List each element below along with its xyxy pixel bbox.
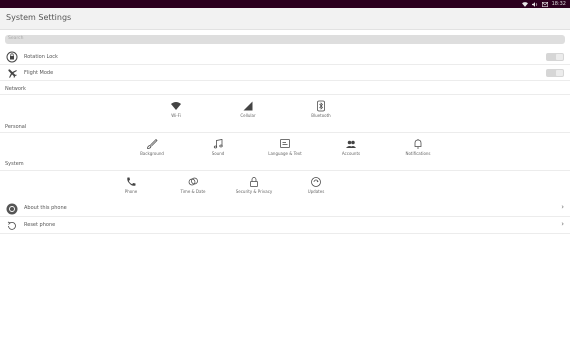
- flight-mode-label: Flight Mode: [24, 70, 54, 76]
- accounts-label: Accounts: [341, 151, 361, 156]
- reset-icon: [7, 221, 16, 230]
- wifi-label: Wi-Fi: [171, 113, 181, 118]
- system-security[interactable]: Security & Privacy: [224, 176, 284, 194]
- bell-icon: [414, 139, 422, 149]
- wifi-icon: [171, 102, 181, 110]
- divider: [0, 170, 570, 171]
- brush-icon: [147, 138, 158, 149]
- divider: [0, 132, 570, 133]
- status-indicators: 18:32: [521, 0, 566, 8]
- chevron-right-icon: ›: [561, 203, 564, 211]
- time-date-icon: [188, 177, 198, 186]
- flight-mode-switch[interactable]: [546, 69, 564, 77]
- system-time-date[interactable]: Time & Date: [163, 176, 223, 194]
- volume-icon: [531, 1, 537, 7]
- section-system-title: System: [5, 161, 24, 167]
- bluetooth-icon: [317, 100, 325, 112]
- personal-sound[interactable]: Sound: [188, 138, 248, 156]
- phone-label: Phone: [124, 189, 138, 194]
- rotation-lock-icon: [6, 51, 18, 63]
- chevron-right-icon: ›: [561, 220, 564, 228]
- sound-label: Sound: [211, 151, 225, 156]
- status-time: 18:32: [551, 1, 566, 7]
- reset-phone-label: Reset phone: [24, 222, 56, 228]
- divider: [0, 94, 570, 95]
- phone-icon: [127, 177, 136, 186]
- accounts-icon: [346, 140, 356, 148]
- system-phone[interactable]: Phone: [101, 176, 161, 194]
- security-label: Security & Privacy: [235, 189, 273, 194]
- lock-icon: [250, 177, 258, 187]
- about-phone-row[interactable]: About this phone ›: [0, 200, 570, 217]
- reset-phone-row[interactable]: Reset phone ›: [0, 217, 570, 234]
- updates-label: Updates: [307, 189, 325, 194]
- app-header: System Settings: [0, 8, 570, 30]
- search-placeholder: Search: [8, 36, 24, 41]
- section-network-title: Network: [5, 86, 26, 92]
- rotation-lock-switch[interactable]: [546, 53, 564, 61]
- bluetooth-label: Bluetooth: [311, 113, 331, 118]
- system-updates[interactable]: Updates: [286, 176, 346, 194]
- personal-accounts[interactable]: Accounts: [321, 138, 381, 156]
- background-label: Background: [140, 151, 164, 156]
- rotation-lock-label: Rotation Lock: [24, 54, 58, 60]
- updates-icon: [311, 177, 321, 187]
- section-personal-title: Personal: [5, 124, 27, 130]
- music-note-icon: [213, 139, 223, 149]
- personal-notifications[interactable]: Notifications: [388, 138, 448, 156]
- personal-language[interactable]: Language & Text: [255, 138, 315, 156]
- language-icon: [280, 139, 290, 148]
- about-phone-label: About this phone: [24, 205, 67, 211]
- personal-background[interactable]: Background: [122, 138, 182, 156]
- notifications-label: Notifications: [405, 151, 431, 156]
- cellular-label: Cellular: [240, 113, 256, 118]
- airplane-icon: [8, 69, 17, 78]
- network-wifi[interactable]: Wi-Fi: [146, 100, 206, 118]
- time-date-label: Time & Date: [180, 189, 206, 194]
- ubuntu-icon: [6, 203, 18, 215]
- envelope-icon: [541, 1, 548, 7]
- page-title: System Settings: [6, 13, 72, 22]
- status-bar: 18:32: [0, 0, 570, 8]
- network-cellular[interactable]: Cellular: [218, 100, 278, 118]
- network-bluetooth[interactable]: Bluetooth: [291, 100, 351, 118]
- wifi-status-icon: [521, 1, 528, 7]
- cellular-icon: [243, 101, 253, 111]
- rotation-lock-row[interactable]: Rotation Lock: [0, 49, 570, 65]
- flight-mode-row[interactable]: Flight Mode: [0, 65, 570, 81]
- language-label: Language & Text: [268, 151, 302, 156]
- search-input[interactable]: Search: [5, 35, 565, 44]
